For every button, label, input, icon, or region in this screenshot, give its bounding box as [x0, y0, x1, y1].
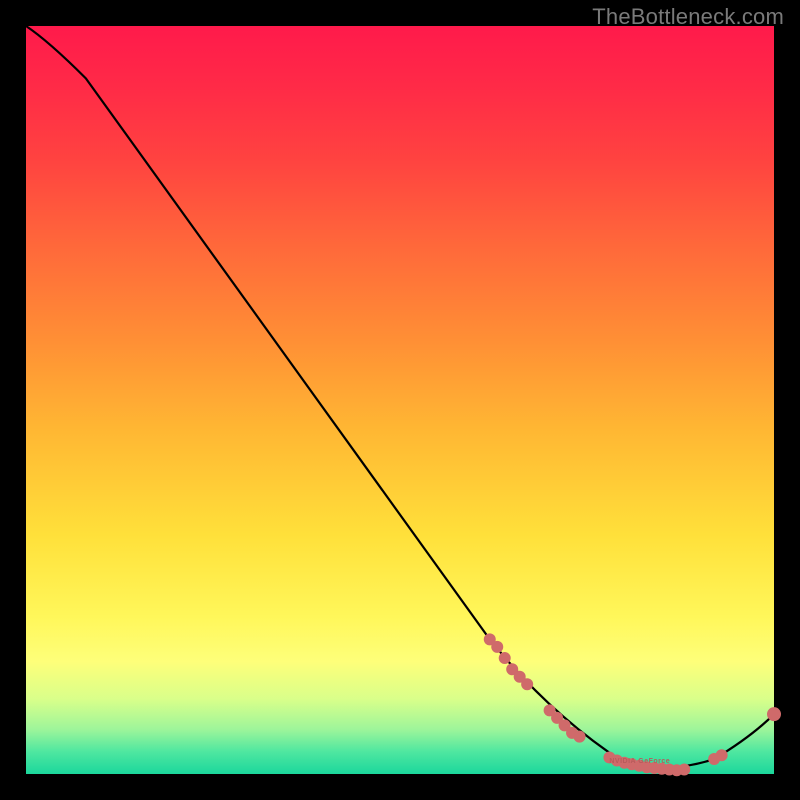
data-point	[521, 678, 533, 690]
data-point	[767, 707, 781, 721]
plot-area: NVIDIA GeForce	[26, 26, 774, 774]
data-point	[716, 749, 728, 761]
bottleneck-curve	[26, 26, 774, 768]
data-point	[574, 731, 586, 743]
data-point	[491, 641, 503, 653]
data-point	[499, 652, 511, 664]
data-point	[678, 764, 690, 776]
data-points	[484, 633, 781, 776]
chart-svg	[26, 26, 774, 774]
chart-frame: TheBottleneck.com NVIDIA GeForce	[0, 0, 800, 800]
gpu-label: NVIDIA GeForce	[609, 758, 670, 765]
